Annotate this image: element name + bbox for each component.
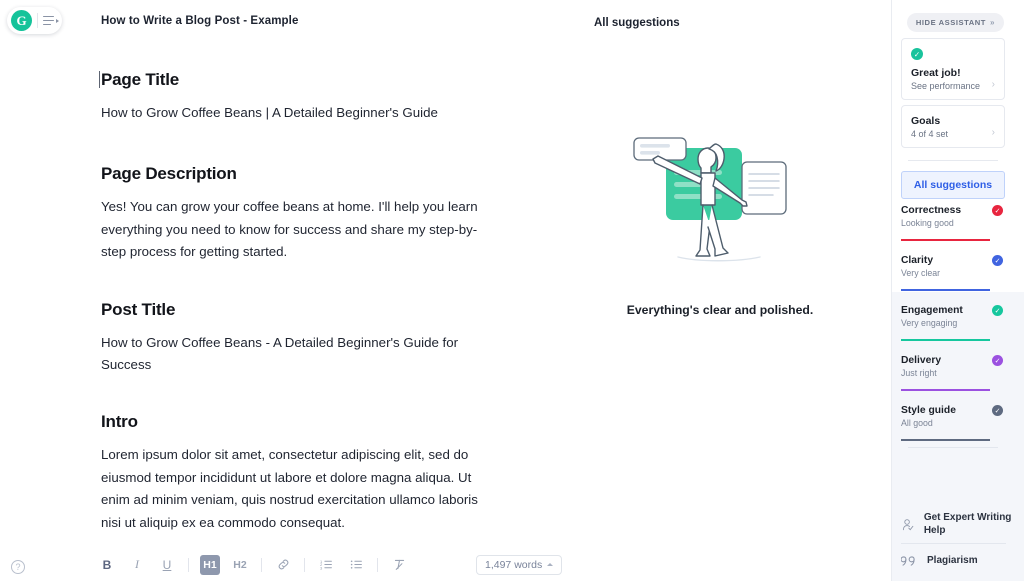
check-circle-icon: ✓ <box>992 305 1003 316</box>
toolbar-divider <box>261 557 262 572</box>
score-name: Style guide <box>901 405 956 416</box>
performance-card-subtitle: See performance <box>911 81 981 91</box>
check-circle-icon: ✓ <box>992 405 1003 416</box>
paragraph-page-description-value: Yes! You can grow your coffee beans at h… <box>101 199 478 260</box>
goals-card-title: Goals <box>911 115 941 127</box>
get-expert-writing-help-button[interactable]: Get Expert Writing Help <box>901 512 1016 537</box>
suggestions-panel-title: All suggestions <box>594 17 680 29</box>
suggestions-empty-state: Everything's clear and polished. <box>605 130 835 317</box>
caret-up-icon <box>547 563 554 566</box>
score-underline <box>901 289 990 291</box>
heading-2-button[interactable]: H2 <box>230 555 250 575</box>
numbered-list-icon[interactable]: 1 2 3 <box>316 555 336 575</box>
expert-writer-icon <box>902 518 914 530</box>
expert-help-label: Get Expert Writing Help <box>923 512 1012 536</box>
logo-menu-pill[interactable]: G <box>7 7 62 34</box>
editor-pane: G How to Write a Blog Post - Example All… <box>0 0 891 581</box>
heading-post-title: Post Title <box>101 299 176 319</box>
score-status: Looking good <box>901 218 954 228</box>
writer-illustration <box>633 137 787 262</box>
score-status: Just right <box>901 368 937 378</box>
underline-button[interactable]: U <box>157 555 177 575</box>
score-name: Correctness <box>901 205 962 216</box>
link-icon[interactable] <box>273 555 293 575</box>
document-body[interactable]: Page Title How to Grow Coffee Beans | A … <box>98 70 501 581</box>
plagiarism-button[interactable]: Plagiarism <box>901 554 1016 568</box>
score-status: Very engaging <box>901 318 958 328</box>
formatting-toolbar: B I U H1 H2 1 2 3 1,497 words <box>0 548 891 581</box>
italic-button[interactable]: I <box>127 555 147 575</box>
clear-formatting-icon[interactable] <box>389 555 409 575</box>
score-name: Engagement <box>901 305 963 316</box>
score-underline <box>901 439 990 441</box>
chevron-right-icon: › <box>991 79 995 90</box>
score-underline <box>901 239 990 241</box>
check-circle-icon: ✓ <box>992 355 1003 366</box>
toolbar-divider <box>377 557 378 572</box>
plagiarism-label: Plagiarism <box>927 554 978 566</box>
help-icon[interactable]: ? <box>11 560 25 574</box>
heading-page-title: Page Title <box>98 70 501 90</box>
quotation-marks-icon <box>901 556 915 566</box>
paragraph-intro-body: Lorem ipsum dolor sit amet, consectetur … <box>101 447 478 530</box>
sidebar-divider <box>908 160 998 161</box>
svg-text:3: 3 <box>320 565 323 570</box>
menu-expand-arrow-icon <box>56 18 59 23</box>
goals-card[interactable]: Goals 4 of 4 set › <box>901 105 1005 148</box>
all-suggestions-button[interactable]: All suggestions <box>901 171 1005 199</box>
toolbar-divider <box>304 557 305 572</box>
chevron-right-icon: › <box>991 127 995 138</box>
bulleted-list-icon[interactable] <box>346 555 366 575</box>
check-circle-icon: ✓ <box>911 48 923 60</box>
sidebar-divider <box>901 543 1006 544</box>
word-count-button[interactable]: 1,497 words <box>476 554 563 575</box>
grammarly-editor-app: G How to Write a Blog Post - Example All… <box>0 0 1024 581</box>
goals-card-subtitle: 4 of 4 set <box>911 129 949 139</box>
score-item-delivery[interactable]: Delivery Just right ✓ <box>901 355 1005 405</box>
assistant-sidebar: HIDE ASSISTANT » ✓ Great job! See perfor… <box>891 0 1024 581</box>
hide-assistant-button[interactable]: HIDE ASSISTANT » <box>906 13 1004 32</box>
divider <box>37 13 38 28</box>
score-item-correctness[interactable]: Correctness Looking good ✓ <box>901 205 1005 255</box>
performance-card[interactable]: ✓ Great job! See performance › <box>901 38 1005 100</box>
sidebar-divider <box>908 447 998 448</box>
chevron-double-right-icon: » <box>990 18 995 27</box>
score-list: Correctness Looking good ✓ Clarity Very … <box>901 205 1005 455</box>
grammarly-logo-icon[interactable]: G <box>11 10 32 31</box>
check-circle-icon: ✓ <box>992 205 1003 216</box>
score-item-engagement[interactable]: Engagement Very engaging ✓ <box>901 305 1005 355</box>
score-name: Delivery <box>901 355 942 366</box>
score-status: Very clear <box>901 268 941 278</box>
empty-state-caption: Everything's clear and polished. <box>626 303 814 317</box>
paragraph-post-title-value: How to Grow Coffee Beans - A Detailed Be… <box>101 334 459 373</box>
hide-assistant-label: HIDE ASSISTANT <box>915 18 986 27</box>
heading-page-description: Page Description <box>101 164 237 184</box>
score-name: Clarity <box>901 255 934 266</box>
toolbar-divider <box>188 557 189 572</box>
bold-button[interactable]: B <box>97 555 117 575</box>
paragraph-page-title-value: How to Grow Coffee Beans | A Detailed Be… <box>101 105 438 120</box>
performance-card-title: Great job! <box>911 67 961 79</box>
score-underline <box>901 389 990 391</box>
score-item-clarity[interactable]: Clarity Very clear ✓ <box>901 255 1005 305</box>
score-status: All good <box>901 418 933 428</box>
heading-intro: Intro <box>101 412 138 432</box>
score-underline <box>901 339 990 341</box>
check-circle-icon: ✓ <box>992 255 1003 266</box>
word-count-label: 1,497 words <box>485 558 543 571</box>
heading-1-button[interactable]: H1 <box>200 554 220 575</box>
document-title: How to Write a Blog Post - Example <box>101 15 299 27</box>
hamburger-menu-icon[interactable] <box>43 15 59 26</box>
